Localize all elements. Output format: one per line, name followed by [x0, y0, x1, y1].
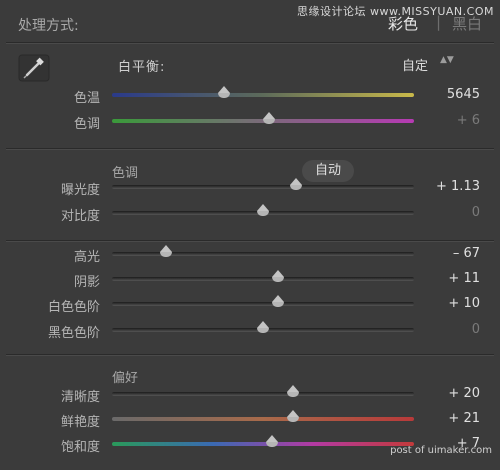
slider-label-whites: 白色色阶 [47, 300, 100, 315]
divider [6, 148, 494, 149]
slider-thumb-highlights[interactable] [160, 245, 173, 259]
slider-label-temp: 色温 [73, 91, 100, 106]
auto-tone-button[interactable]: 自动 [302, 160, 354, 182]
slider-value-clarity[interactable]: + 20 [420, 386, 480, 401]
watermark-top: 思缘设计论坛 www.MISSYUAN.COM [296, 5, 494, 18]
slider-thumb-whites[interactable] [272, 295, 285, 309]
divider [6, 354, 494, 355]
slider-thumb-blacks[interactable] [257, 321, 269, 335]
slider-track-shadows[interactable] [112, 277, 414, 281]
slider-value-contrast[interactable]: 0 [420, 205, 480, 220]
slider-thumb-vibrance[interactable] [287, 410, 300, 424]
slider-value-vibrance[interactable]: + 21 [420, 411, 480, 426]
divider [6, 42, 494, 43]
slider-thumb-saturation[interactable] [266, 435, 279, 449]
slider-label-contrast: 对比度 [60, 209, 100, 224]
dropdown-arrows-icon[interactable]: ▲▼ [440, 56, 454, 65]
slider-label-highlights: 高光 [73, 250, 100, 265]
slider-track-vibrance[interactable] [112, 417, 414, 421]
slider-track-exposure[interactable] [112, 185, 414, 189]
slider-value-highlights[interactable]: – 67 [420, 246, 480, 261]
slider-thumb-exposure[interactable] [290, 178, 303, 192]
slider-value-shadows[interactable]: + 11 [420, 271, 480, 286]
divider [6, 240, 494, 241]
slider-track-highlights[interactable] [112, 252, 414, 256]
slider-track-saturation[interactable] [112, 442, 414, 446]
slider-track-temp[interactable] [112, 93, 414, 97]
eyedropper-icon[interactable] [18, 54, 50, 82]
slider-track-clarity[interactable] [112, 392, 414, 396]
treatment-label: 处理方式: [18, 18, 79, 34]
slider-value-temp[interactable]: 5645 [420, 87, 480, 102]
slider-value-blacks[interactable]: 0 [420, 322, 480, 337]
tone-section-label: 色调 [112, 166, 139, 181]
presence-section-label: 偏好 [112, 371, 139, 386]
slider-thumb-temp[interactable] [217, 86, 230, 100]
slider-thumb-clarity[interactable] [287, 385, 300, 399]
watermark-bottom: post of uimaker.com [390, 445, 492, 456]
slider-label-saturation: 饱和度 [60, 440, 100, 455]
slider-label-tint: 色调 [73, 117, 100, 132]
white-balance-select[interactable]: 自定 [402, 55, 428, 74]
slider-value-exposure[interactable]: + 1.13 [420, 179, 480, 194]
slider-label-clarity: 清晰度 [60, 390, 100, 405]
basic-panel: 处理方式: 彩色 | 黑白 思缘设计论坛 www.MISSYUAN.COM 白平… [0, 0, 500, 470]
slider-label-shadows: 阴影 [73, 275, 100, 290]
white-balance-label: 白平衡: [118, 60, 166, 75]
slider-thumb-tint[interactable] [263, 112, 276, 126]
slider-label-blacks: 黑色色阶 [47, 326, 100, 341]
slider-track-whites[interactable] [112, 302, 414, 306]
slider-value-tint[interactable]: + 6 [420, 113, 480, 128]
slider-value-whites[interactable]: + 10 [420, 296, 480, 311]
slider-thumb-shadows[interactable] [272, 270, 285, 284]
slider-thumb-contrast[interactable] [257, 204, 269, 218]
slider-label-exposure: 曝光度 [60, 183, 100, 198]
slider-label-vibrance: 鲜艳度 [60, 415, 100, 430]
